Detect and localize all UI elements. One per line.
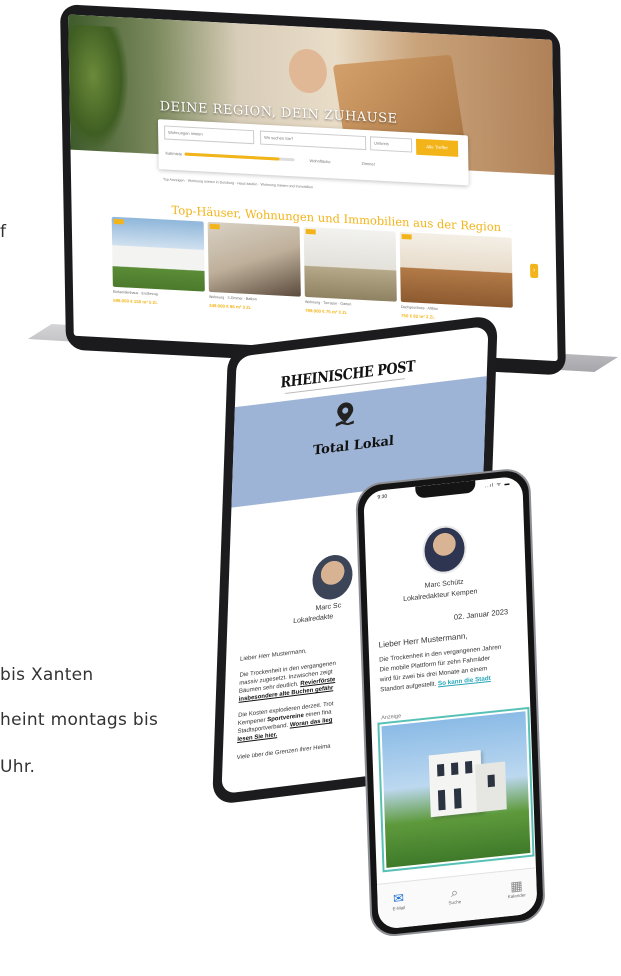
listing-caption: Wohnung · 3 Zimmer · Balkon [208, 294, 257, 302]
house-window [453, 788, 462, 809]
listing-card[interactable]: Einfamilienhaus · Erstbezug 599.000 € 15… [111, 216, 206, 322]
top-badge [305, 228, 316, 235]
location-input[interactable]: Wo suchen Sie? [259, 130, 367, 151]
hero-person-image [288, 47, 328, 95]
house-window [464, 760, 473, 774]
search-icon: ⌕ [450, 884, 459, 901]
mail-tab-bar: ✉ E-Mail ⌕ Suche ▦ Kalender [376, 867, 538, 930]
listing-card[interactable]: Wohnung · Terrasse · Garten 799.000 € 75… [303, 226, 398, 332]
phone-frame: 9:30 ..ıl ᯤ ▬ Marc Schütz Lokalredakteur… [355, 466, 546, 939]
house-window [437, 763, 445, 777]
salutation: Lieber Herr Mustermann, [239, 648, 307, 663]
area-select[interactable]: Wohnfläche [306, 155, 354, 172]
listing-price: 599.000 € 150 m² 5 Zi. [113, 297, 158, 306]
quick-links[interactable]: Top Anzeigen · Wohnung mieten in Duisbur… [163, 177, 313, 189]
edge-text-line-f: f [0, 222, 7, 242]
listing-price: 349.000 € 96 m² 3 Zi. [209, 302, 252, 311]
hero-plant-image [68, 24, 131, 153]
rooms-select[interactable]: Zimmer [358, 158, 406, 175]
type-select[interactable]: Wohnungen mieten [164, 125, 255, 145]
carousel-next-button[interactable]: › [530, 263, 539, 279]
tab-search[interactable]: ⌕ Suche [439, 883, 470, 906]
top-badge [401, 233, 412, 240]
listing-photo [207, 221, 301, 297]
author-avatar [311, 552, 354, 602]
listing-caption: Dachgeschoss · Altbau [400, 304, 438, 311]
author-name: Marc Sc [315, 602, 342, 613]
ad-house-photo [381, 711, 531, 868]
price-slider-range[interactable] [184, 152, 280, 161]
house-window [487, 774, 495, 788]
map-pin-icon [335, 402, 354, 427]
laptop-screen: DEINE REGION, DEIN ZUHAUSE Wohnungen mie… [68, 14, 558, 362]
listing-price: 750 € 82 m² 3 Zi. [401, 312, 435, 320]
search-button[interactable]: Alle Treffer [415, 138, 459, 157]
tab-mail[interactable]: ✉ E-Mail [383, 889, 414, 912]
phone-mockup: 9:30 ..ıl ᯤ ▬ Marc Schütz Lokalredakteur… [355, 466, 555, 965]
calendar-icon: ▦ [510, 877, 523, 894]
phone-screen: 9:30 ..ıl ᯤ ▬ Marc Schütz Lokalredakteur… [363, 475, 538, 930]
mail-icon: ✉ [392, 890, 405, 907]
phone-notch [415, 480, 476, 499]
status-time: 9:30 [377, 493, 388, 501]
listing-photo [111, 216, 205, 292]
edge-text-line-montags: heint montags bis [0, 710, 159, 730]
edge-text-line-xanten: bis Xanten [0, 665, 94, 685]
article-link[interactable]: So kann die Stadt [438, 675, 491, 688]
newsletter-date: 02. Januar 2023 [453, 607, 509, 622]
listing-photo [303, 226, 397, 302]
tab-calendar[interactable]: ▦ Kalender [501, 877, 532, 900]
house-window [437, 789, 446, 811]
listing-caption: Wohnung · Terrasse · Garten [304, 299, 352, 307]
listing-card[interactable]: Wohnung · 3 Zimmer · Balkon 349.000 € 96… [207, 221, 302, 327]
listing-caption: Einfamilienhaus · Erstbezug [112, 289, 158, 297]
top-badge [113, 218, 124, 225]
author-role: Lokalredakteur Kempen [403, 588, 478, 604]
status-signal-icons: ..ıl ᯤ ▬ [484, 480, 511, 490]
radius-select[interactable]: Umkreis [369, 136, 413, 153]
top-badge [209, 223, 220, 230]
edge-text-line-uhr: Uhr. [0, 757, 36, 777]
ad-banner[interactable] [377, 706, 535, 873]
body-line: Viele über die Grenzen ihrer Heima [236, 743, 331, 762]
price-label: Kaltmiete [165, 150, 183, 157]
house-window [450, 762, 459, 776]
author-name: Marc Schütz [424, 578, 464, 590]
author-avatar [421, 523, 468, 576]
salutation: Lieber Herr Mustermann, [378, 631, 468, 650]
author-role: Lokalredakte [293, 613, 334, 626]
listing-price: 799.000 € 75 m² 3 Zi. [305, 307, 348, 316]
listing-photo [399, 231, 513, 308]
